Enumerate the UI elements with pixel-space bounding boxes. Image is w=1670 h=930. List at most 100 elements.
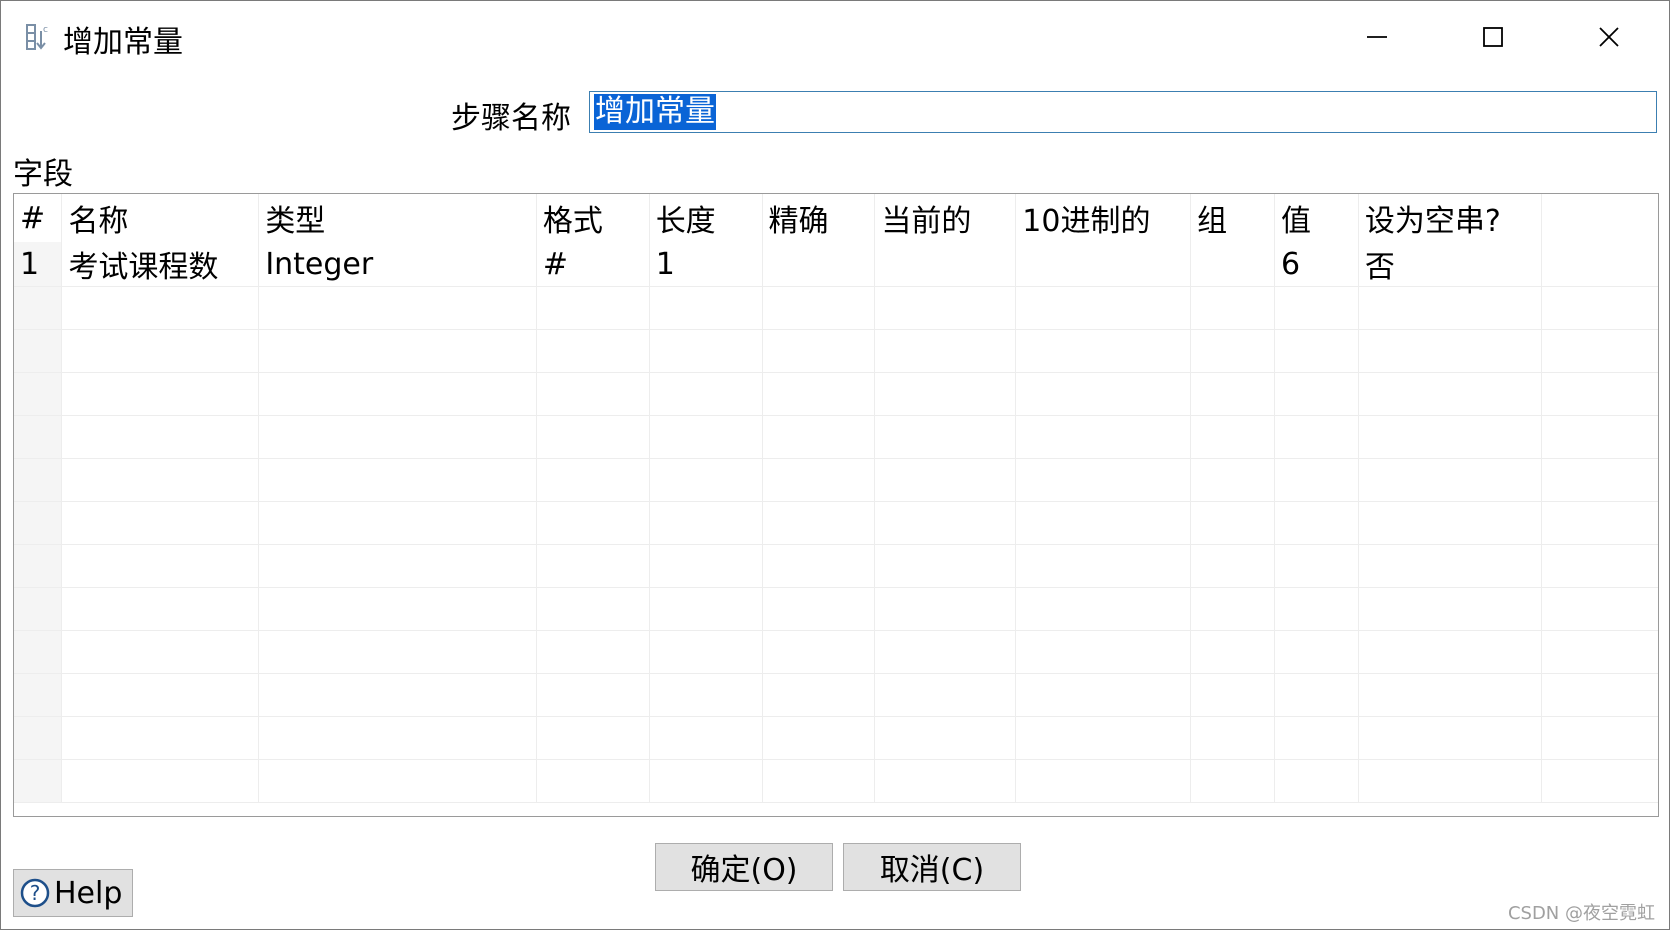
header-currency[interactable]: 当前的 [874,194,1017,242]
empty-cell [1541,544,1658,588]
empty-cell [1015,716,1192,760]
minimize-button[interactable] [1347,11,1407,63]
header-decimal[interactable]: 10进制的 [1015,194,1192,242]
empty-cell [762,587,876,631]
empty-row [14,372,1658,416]
empty-cell [874,415,1017,459]
empty-cell [61,329,260,373]
empty-cell [1190,544,1275,588]
empty-cell [1015,587,1192,631]
header-type[interactable]: 类型 [258,194,537,242]
empty-cell [536,673,650,717]
empty-cell [1358,544,1542,588]
step-name-value: 增加常量 [594,94,716,130]
table-header-row: # 名称 类型 格式 长度 精确 当前的 10进制的 组 值 设为空串? [14,194,1658,242]
header-precision[interactable]: 精确 [762,194,876,242]
empty-cell [536,630,650,674]
cell-currency[interactable] [874,242,1017,287]
empty-cell [649,587,763,631]
maximize-icon [1483,27,1503,47]
empty-cell [61,716,260,760]
empty-cell [762,630,876,674]
empty-cell [874,372,1017,416]
empty-cell [258,329,537,373]
step-name-label: 步骤名称 [451,101,571,136]
empty-cell [14,630,63,674]
empty-cell [1358,415,1542,459]
empty-cell [1274,329,1359,373]
empty-row [14,458,1658,502]
empty-cell [14,372,63,416]
fields-label: 字段 [13,157,73,192]
empty-cell [258,587,537,631]
cell-group[interactable] [1190,242,1275,287]
cell-set-empty[interactable]: 否 [1358,242,1542,287]
cell-rownum[interactable]: 1 [14,242,63,287]
cell-format[interactable]: # [536,242,650,287]
minimize-icon [1367,36,1387,38]
empty-cell [649,501,763,545]
empty-cell [762,501,876,545]
empty-cell [536,544,650,588]
close-button[interactable] [1579,11,1639,63]
title-bar: c 增加常量 [1,1,1669,73]
header-format[interactable]: 格式 [536,194,650,242]
empty-cell [1190,587,1275,631]
empty-cell [762,716,876,760]
cell-value[interactable]: 6 [1274,242,1359,287]
cell-decimal[interactable] [1015,242,1192,287]
header-group[interactable]: 组 [1190,194,1275,242]
empty-cell [536,587,650,631]
empty-cell [1190,716,1275,760]
empty-cell [258,544,537,588]
maximize-button[interactable] [1463,11,1523,63]
empty-cell [1015,501,1192,545]
empty-row [14,286,1658,330]
header-rownum[interactable]: # [14,194,63,242]
empty-cell [61,458,260,502]
empty-cell [61,630,260,674]
help-button[interactable]: ? Help [13,869,133,917]
table-row[interactable]: 1 考试课程数 Integer # 1 6 否 [14,242,1658,287]
cell-type[interactable]: Integer [258,242,537,287]
empty-cell [1274,673,1359,717]
cell-precision[interactable] [762,242,876,287]
empty-rows [14,286,1658,803]
step-name-input[interactable]: 增加常量 [589,91,1657,133]
empty-cell [1015,286,1192,330]
empty-cell [1541,329,1658,373]
empty-cell [1190,329,1275,373]
empty-cell [258,501,537,545]
empty-cell [1541,587,1658,631]
empty-cell [14,759,63,803]
empty-cell [1541,372,1658,416]
empty-cell [1015,415,1192,459]
cell-name[interactable]: 考试课程数 [61,242,260,287]
fields-table[interactable]: # 名称 类型 格式 长度 精确 当前的 10进制的 组 值 设为空串? 1 考… [13,193,1659,817]
empty-cell [14,501,63,545]
cell-length[interactable]: 1 [649,242,763,287]
empty-cell [649,286,763,330]
header-name[interactable]: 名称 [61,194,260,242]
header-value[interactable]: 值 [1274,194,1359,242]
empty-cell [258,759,537,803]
empty-cell [649,372,763,416]
empty-row [14,544,1658,588]
empty-cell [258,630,537,674]
empty-cell [874,673,1017,717]
empty-cell [1358,372,1542,416]
empty-cell [649,329,763,373]
empty-row [14,415,1658,459]
empty-cell [1358,759,1542,803]
empty-cell [61,759,260,803]
empty-cell [61,372,260,416]
ok-button[interactable]: 确定(O) [655,843,833,891]
cancel-button[interactable]: 取消(C) [843,843,1021,891]
empty-row [14,501,1658,545]
empty-cell [258,458,537,502]
empty-cell [1358,458,1542,502]
empty-cell [536,458,650,502]
header-set-empty[interactable]: 设为空串? [1358,194,1542,242]
help-icon: ? [20,878,50,908]
header-length[interactable]: 长度 [649,194,763,242]
